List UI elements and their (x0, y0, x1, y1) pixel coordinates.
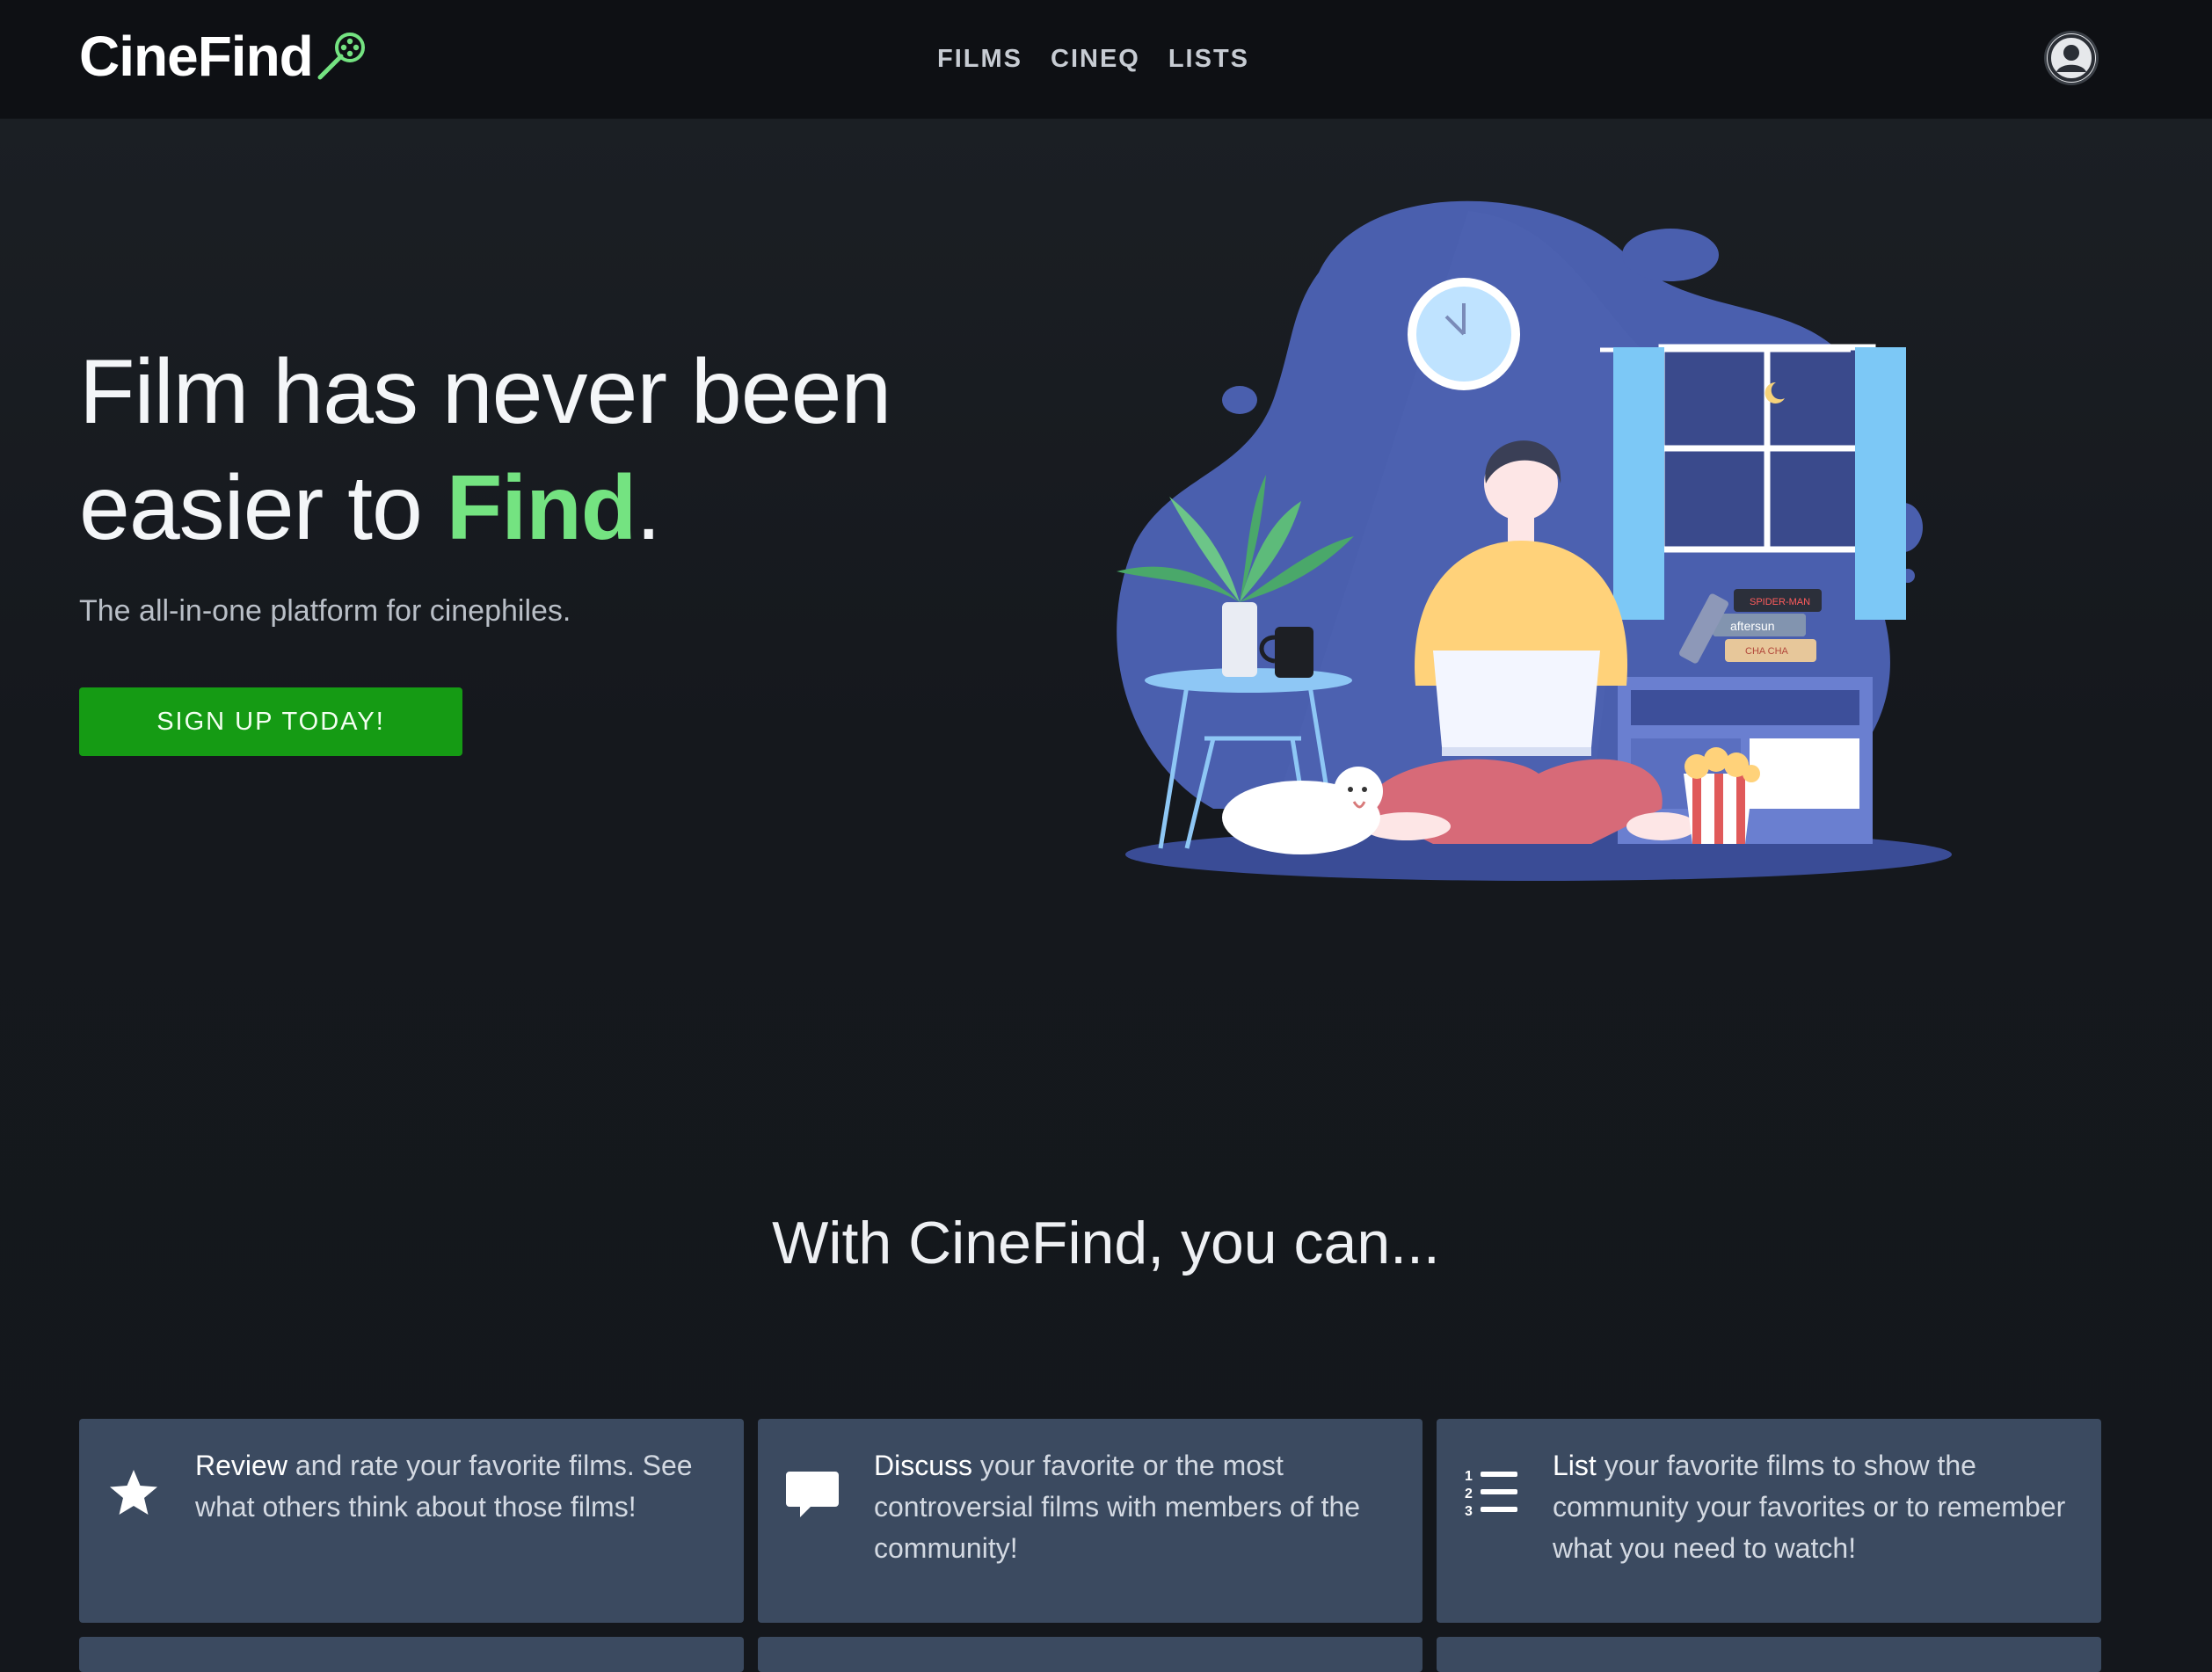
user-icon (2048, 34, 2095, 82)
feature-lead: Discuss (874, 1450, 973, 1481)
feature-card-more-2 (758, 1637, 1423, 1672)
aftersun-box-text: aftersun (1730, 619, 1775, 633)
nav-cineq[interactable]: CINEQ (1051, 45, 1140, 74)
user-avatar-button[interactable] (2047, 33, 2096, 83)
nav-lists[interactable]: LISTS (1168, 45, 1249, 74)
main-nav: FILMS CINEQ LISTS (937, 39, 1249, 79)
hero-title-suffix: . (636, 457, 661, 559)
spiderman-box-text: SPIDER-MAN (1750, 597, 1810, 607)
feature-description: your favorite films to show the communit… (1553, 1450, 2066, 1564)
top-navbar: CineFind FILMS CINEQ LISTS (0, 0, 2212, 119)
sign-up-button[interactable]: SIGN UP TODAY! (79, 687, 462, 756)
hero-title-line1: Film has never been (79, 341, 891, 443)
feature-lead: List (1553, 1450, 1597, 1481)
film-reel-icon (317, 33, 365, 80)
feature-card-review: Review and rate your favorite films. See… (79, 1419, 744, 1623)
hero-title: Film has never been easier to Find. (79, 334, 1046, 566)
feature-text-discuss: Discuss your favorite or the most contro… (874, 1445, 1393, 1569)
hero-subtitle: The all-in-one platform for cinephiles. (79, 594, 571, 628)
feature-text-list: List your favorite films to show the com… (1553, 1445, 2071, 1569)
hero-title-highlight: Find (446, 457, 637, 559)
numbered-list-icon: 1 2 3 (1463, 1465, 1519, 1521)
svg-text:2: 2 (1465, 1487, 1473, 1501)
nav-films[interactable]: FILMS (937, 45, 1022, 74)
feature-card-more-3 (1437, 1637, 2101, 1672)
feature-lead: Review (195, 1450, 287, 1481)
logo[interactable]: CineFind (79, 21, 367, 91)
feature-card-more-1 (79, 1637, 744, 1672)
chacha-box-text: CHA CHA (1745, 646, 1789, 657)
features-title: With CineFind, you can... (772, 1210, 1440, 1276)
hero-title-line2: easier to (79, 457, 447, 559)
feature-card-discuss: Discuss your favorite or the most contro… (758, 1419, 1423, 1623)
svg-text:1: 1 (1465, 1469, 1473, 1484)
svg-text:3: 3 (1465, 1504, 1473, 1519)
star-icon (106, 1465, 162, 1521)
hero-illustration: SPIDER-MAN aftersun CHA CHA (1117, 200, 1952, 881)
logo-text: CineFind (79, 25, 314, 88)
feature-text-review: Review and rate your favorite films. See… (195, 1445, 714, 1528)
feature-cards: Review and rate your favorite films. See… (79, 1419, 2101, 1672)
feature-card-list: 1 2 3 List your favorite films to show t… (1437, 1419, 2101, 1623)
chat-bubble-icon (784, 1465, 840, 1521)
